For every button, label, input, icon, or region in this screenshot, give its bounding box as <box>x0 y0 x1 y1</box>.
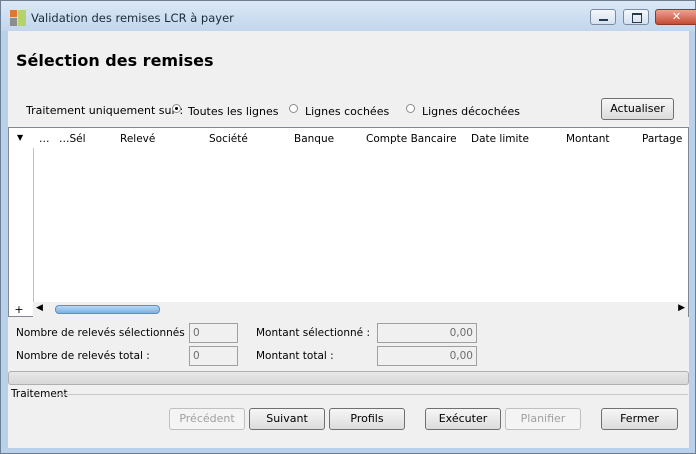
scroll-right-icon[interactable]: ▶ <box>678 303 685 313</box>
selected-count-field: 0 <box>189 323 238 343</box>
radio-selected-icon <box>172 104 181 113</box>
filter-label: Traitement uniquement sur : <box>26 104 184 117</box>
column-header[interactable]: Date limite <box>471 133 529 145</box>
column-header[interactable]: Relevé <box>120 133 155 145</box>
next-button[interactable]: Suivant <box>249 408 325 430</box>
close-button[interactable]: ✕ <box>655 9 696 25</box>
column-header[interactable]: Société <box>209 133 248 145</box>
column-header[interactable]: Montant <box>566 133 609 145</box>
column-header[interactable]: Banque <box>294 133 334 145</box>
radio-unselected-icon <box>289 104 298 113</box>
radio-unselected-icon <box>406 104 415 113</box>
horizontal-scrollbar[interactable]: ◀ ▶ <box>33 302 688 317</box>
close-dialog-button[interactable]: Fermer <box>601 408 678 430</box>
grid-header: ▼ … …Sél Relevé Société Banque Compte Ba… <box>9 128 688 148</box>
total-amount-field: 0,00 <box>377 346 477 366</box>
progress-bar <box>8 371 689 385</box>
scroll-left-icon[interactable]: ◀ <box>36 303 43 313</box>
column-header[interactable]: … <box>39 133 50 145</box>
previous-button[interactable]: Précédent <box>169 408 245 430</box>
minimize-icon <box>599 19 608 21</box>
page-title: Sélection des remises <box>16 51 214 70</box>
total-amount-label: Montant total : <box>256 350 334 362</box>
divider <box>58 394 688 395</box>
column-menu-icon[interactable]: ▼ <box>17 133 23 142</box>
profiles-button[interactable]: Profils <box>329 408 405 430</box>
client-area: Sélection des remises Traitement uniquem… <box>8 31 689 448</box>
close-icon: ✕ <box>671 10 682 23</box>
refresh-button[interactable]: Actualiser <box>601 98 674 120</box>
selected-count-label: Nombre de relevés sélectionnés : <box>16 327 192 339</box>
expand-icon[interactable]: + <box>13 304 25 316</box>
row-header-divider <box>33 148 34 304</box>
selected-amount-label: Montant sélectionné : <box>256 327 370 339</box>
app-icon <box>10 10 26 26</box>
total-count-label: Nombre de relevés total : <box>16 350 150 362</box>
minimize-button[interactable] <box>590 9 616 25</box>
selected-amount-field: 0,00 <box>377 323 477 343</box>
execute-button[interactable]: Exécuter <box>425 408 501 430</box>
schedule-button[interactable]: Planifier <box>505 408 581 430</box>
scrollbar-thumb[interactable] <box>55 305 160 314</box>
remises-grid[interactable]: ▼ … …Sél Relevé Société Banque Compte Ba… <box>8 127 689 317</box>
column-header[interactable]: Compte Bancaire <box>366 133 457 145</box>
main-window: Validation des remises LCR à payer ✕ Sél… <box>0 0 696 454</box>
maximize-button[interactable] <box>623 9 649 25</box>
column-header[interactable]: Partage <box>642 133 682 145</box>
title-bar[interactable]: Validation des remises LCR à payer ✕ <box>1 1 696 31</box>
window-title: Validation des remises LCR à payer <box>31 11 234 25</box>
column-header[interactable]: …Sél <box>59 133 86 145</box>
total-count-field: 0 <box>189 346 238 366</box>
maximize-icon <box>632 13 642 23</box>
